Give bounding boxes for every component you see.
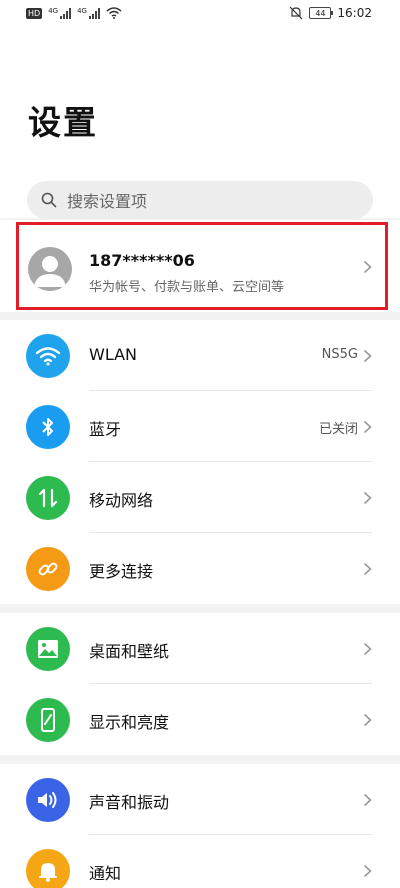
chevron-right-icon bbox=[363, 642, 372, 656]
wallpaper-icon bbox=[26, 627, 70, 671]
battery-icon: 44 bbox=[309, 7, 334, 19]
settings-item-label: 桌面和壁纸 bbox=[89, 642, 170, 661]
page-title: 设置 bbox=[28, 103, 98, 142]
highlight-box bbox=[16, 222, 388, 310]
settings-item-label: 声音和振动 bbox=[89, 793, 170, 812]
settings-item-label: 更多连接 bbox=[89, 562, 154, 581]
settings-item-mobile-network[interactable]: 移动网络 bbox=[0, 462, 400, 533]
chevron-right-icon bbox=[363, 349, 372, 363]
status-time: 16:02 bbox=[337, 6, 372, 20]
chevron-right-icon bbox=[363, 793, 372, 807]
mute-icon bbox=[289, 6, 303, 20]
status-bar: HD 4G 4G 44 16:02 bbox=[0, 0, 400, 28]
search-placeholder: 搜索设置项 bbox=[67, 192, 148, 211]
chevron-right-icon bbox=[363, 562, 372, 576]
link-icon bbox=[26, 547, 70, 591]
settings-item-label: 通知 bbox=[89, 864, 122, 883]
settings-item-value: NS5G bbox=[321, 347, 358, 362]
notification-icon bbox=[26, 849, 70, 888]
settings-item-label: 显示和亮度 bbox=[89, 713, 170, 732]
wifi-icon bbox=[26, 334, 70, 378]
account-row[interactable]: 187******06 华为帐号、付款与账单、云空间等 bbox=[0, 220, 400, 312]
settings-item-notifications[interactable]: 通知 bbox=[0, 835, 400, 888]
chevron-right-icon bbox=[363, 713, 372, 727]
settings-group-connectivity: WLAN NS5G 蓝牙 已关闭 移动网络 更多连接 bbox=[0, 320, 400, 604]
settings-item-wlan[interactable]: WLAN NS5G bbox=[0, 320, 400, 391]
settings-item-bluetooth[interactable]: 蓝牙 已关闭 bbox=[0, 391, 400, 462]
chevron-right-icon bbox=[363, 420, 372, 434]
search-icon bbox=[41, 192, 57, 208]
settings-screen: HD 4G 4G 44 16:02 设置 搜索设置项 187******06 华… bbox=[0, 0, 400, 888]
sound-icon bbox=[26, 778, 70, 822]
signal-icon: 4G bbox=[48, 7, 72, 19]
settings-group-display: 桌面和壁纸 显示和亮度 bbox=[0, 613, 400, 755]
chevron-right-icon bbox=[363, 491, 372, 505]
settings-item-home-wallpaper[interactable]: 桌面和壁纸 bbox=[0, 613, 400, 684]
settings-item-more-connections[interactable]: 更多连接 bbox=[0, 533, 400, 604]
status-left: HD 4G 4G bbox=[26, 7, 122, 19]
settings-item-value: 已关闭 bbox=[318, 422, 358, 437]
hd-badge: HD bbox=[26, 7, 43, 19]
mobile-data-icon bbox=[26, 476, 70, 520]
settings-group-sound: 声音和振动 通知 bbox=[0, 764, 400, 888]
settings-item-label: WLAN bbox=[89, 345, 138, 364]
settings-item-label: 蓝牙 bbox=[89, 420, 122, 439]
settings-item-label: 移动网络 bbox=[89, 491, 154, 510]
bluetooth-icon bbox=[26, 405, 70, 449]
chevron-right-icon bbox=[363, 864, 372, 878]
search-bar[interactable]: 搜索设置项 bbox=[27, 181, 373, 219]
signal-icon-2: 4G bbox=[77, 7, 100, 19]
display-icon bbox=[26, 698, 70, 742]
wifi-status-icon bbox=[106, 7, 122, 19]
status-right: 44 16:02 bbox=[289, 6, 372, 20]
settings-item-sound-vibration[interactable]: 声音和振动 bbox=[0, 764, 400, 835]
settings-item-display-brightness[interactable]: 显示和亮度 bbox=[0, 684, 400, 755]
